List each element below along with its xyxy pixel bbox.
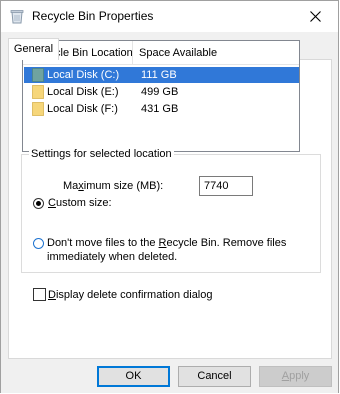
row-space: 431 GB: [141, 103, 179, 115]
dont-move-label[interactable]: Don't move files to the Recycle Bin. Rem…: [47, 237, 286, 249]
cancel-button[interactable]: Cancel: [178, 366, 251, 387]
button-bar: OK Cancel Apply: [1, 362, 338, 393]
row-name: Local Disk (F:): [47, 103, 118, 115]
list-row-c[interactable]: Local Disk (C:) 111 GB: [24, 67, 299, 83]
drive-folder-icon: [32, 68, 44, 82]
max-size-input[interactable]: 7740: [199, 176, 253, 196]
tab-general[interactable]: General: [8, 38, 59, 60]
list-row-f[interactable]: Local Disk (F:) 431 GB: [24, 101, 299, 117]
radio-selected-dot: [36, 201, 41, 206]
properties-window: Recycle Bin Properties General Recycle B…: [0, 0, 339, 393]
dont-move-radio[interactable]: [33, 238, 44, 249]
list-header: Recycle Bin Location Space Available: [23, 41, 299, 65]
settings-group-title: Settings for selected location: [29, 148, 174, 160]
row-space: 111 GB: [141, 69, 177, 81]
list-row-e[interactable]: Local Disk (E:) 499 GB: [24, 84, 299, 100]
apply-button[interactable]: Apply: [259, 366, 332, 387]
display-confirmation-label[interactable]: Display delete confirmation dialog: [48, 289, 213, 301]
row-space: 499 GB: [141, 86, 179, 98]
drive-folder-icon: [32, 102, 44, 116]
column-header-space[interactable]: Space Available: [139, 47, 217, 59]
drive-folder-icon: [32, 85, 44, 99]
dont-move-label-line2[interactable]: immediately when deleted.: [47, 251, 177, 263]
max-size-label: Maximum size (MB):: [63, 180, 164, 192]
row-name: Local Disk (C:): [47, 69, 120, 81]
custom-size-radio[interactable]: [33, 198, 44, 209]
custom-size-label[interactable]: Custom size:: [48, 197, 112, 209]
recycle-bin-icon: [10, 10, 24, 24]
display-confirmation-checkbox[interactable]: [33, 288, 46, 301]
title-bar: Recycle Bin Properties: [1, 1, 338, 32]
row-name: Local Disk (E:): [47, 86, 119, 98]
close-icon: [309, 11, 321, 22]
ok-button[interactable]: OK: [97, 366, 170, 387]
window-title: Recycle Bin Properties: [32, 9, 154, 23]
close-button[interactable]: [292, 1, 338, 32]
column-divider[interactable]: [132, 41, 133, 65]
recycle-bin-location-list[interactable]: Recycle Bin Location Space Available Loc…: [22, 40, 300, 152]
